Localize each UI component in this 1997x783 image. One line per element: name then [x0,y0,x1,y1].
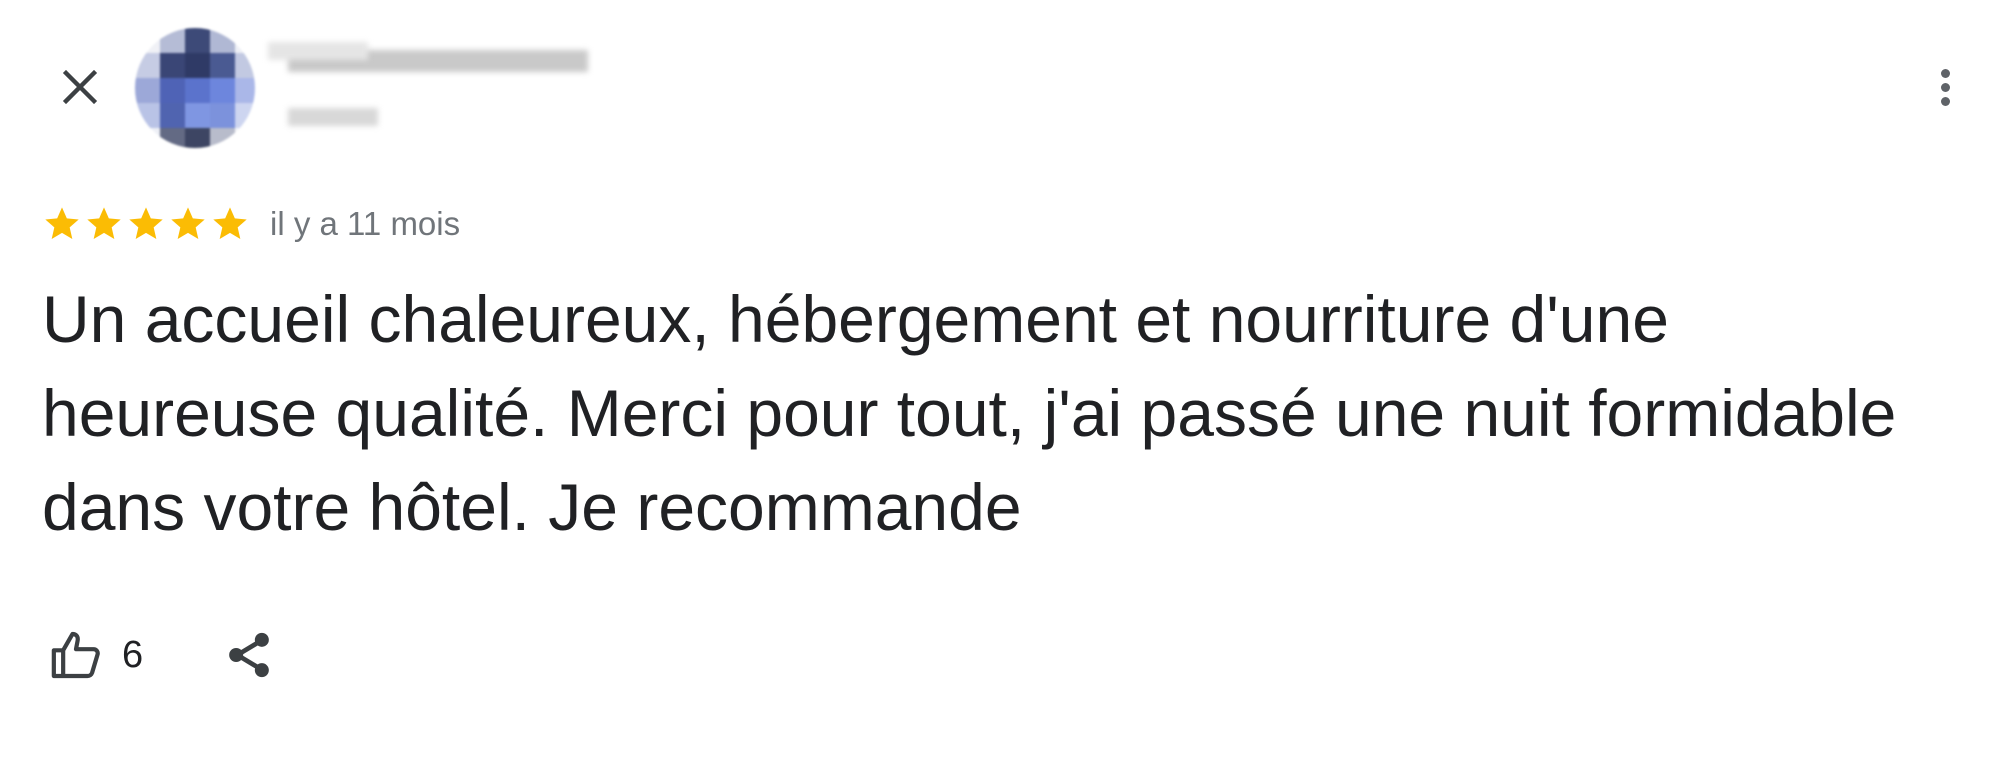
share-button[interactable] [221,627,277,683]
more-vert-icon-dot [1940,82,1950,92]
share-icon [229,632,269,678]
reviewer-info-redacted[interactable] [268,30,628,150]
star-rating [42,204,250,244]
reviewer-name-redacted-extra [268,42,368,60]
more-vert-icon-dot [1940,96,1950,106]
like-button[interactable]: 6 [48,627,143,683]
rating-row: il y a 11 mois [42,200,460,248]
star-icon [213,207,247,239]
close-button[interactable] [48,55,112,119]
thumb-up-icon [51,631,100,679]
star-icon [171,207,205,239]
review-time: il y a 11 mois [270,205,461,242]
more-options-button[interactable] [1913,55,1977,119]
review-header [0,0,1997,175]
star-icon [87,207,121,239]
like-count: 6 [122,633,144,676]
close-icon [62,69,98,105]
star-icon [129,207,163,239]
review-text: Un accueil chaleureux, hébergement et no… [42,282,1897,544]
more-vert-icon [1940,68,1950,78]
star-icon [45,207,79,239]
avatar[interactable] [135,28,255,148]
review-actions: 6 [48,620,277,690]
reviewer-meta-redacted [288,108,378,126]
